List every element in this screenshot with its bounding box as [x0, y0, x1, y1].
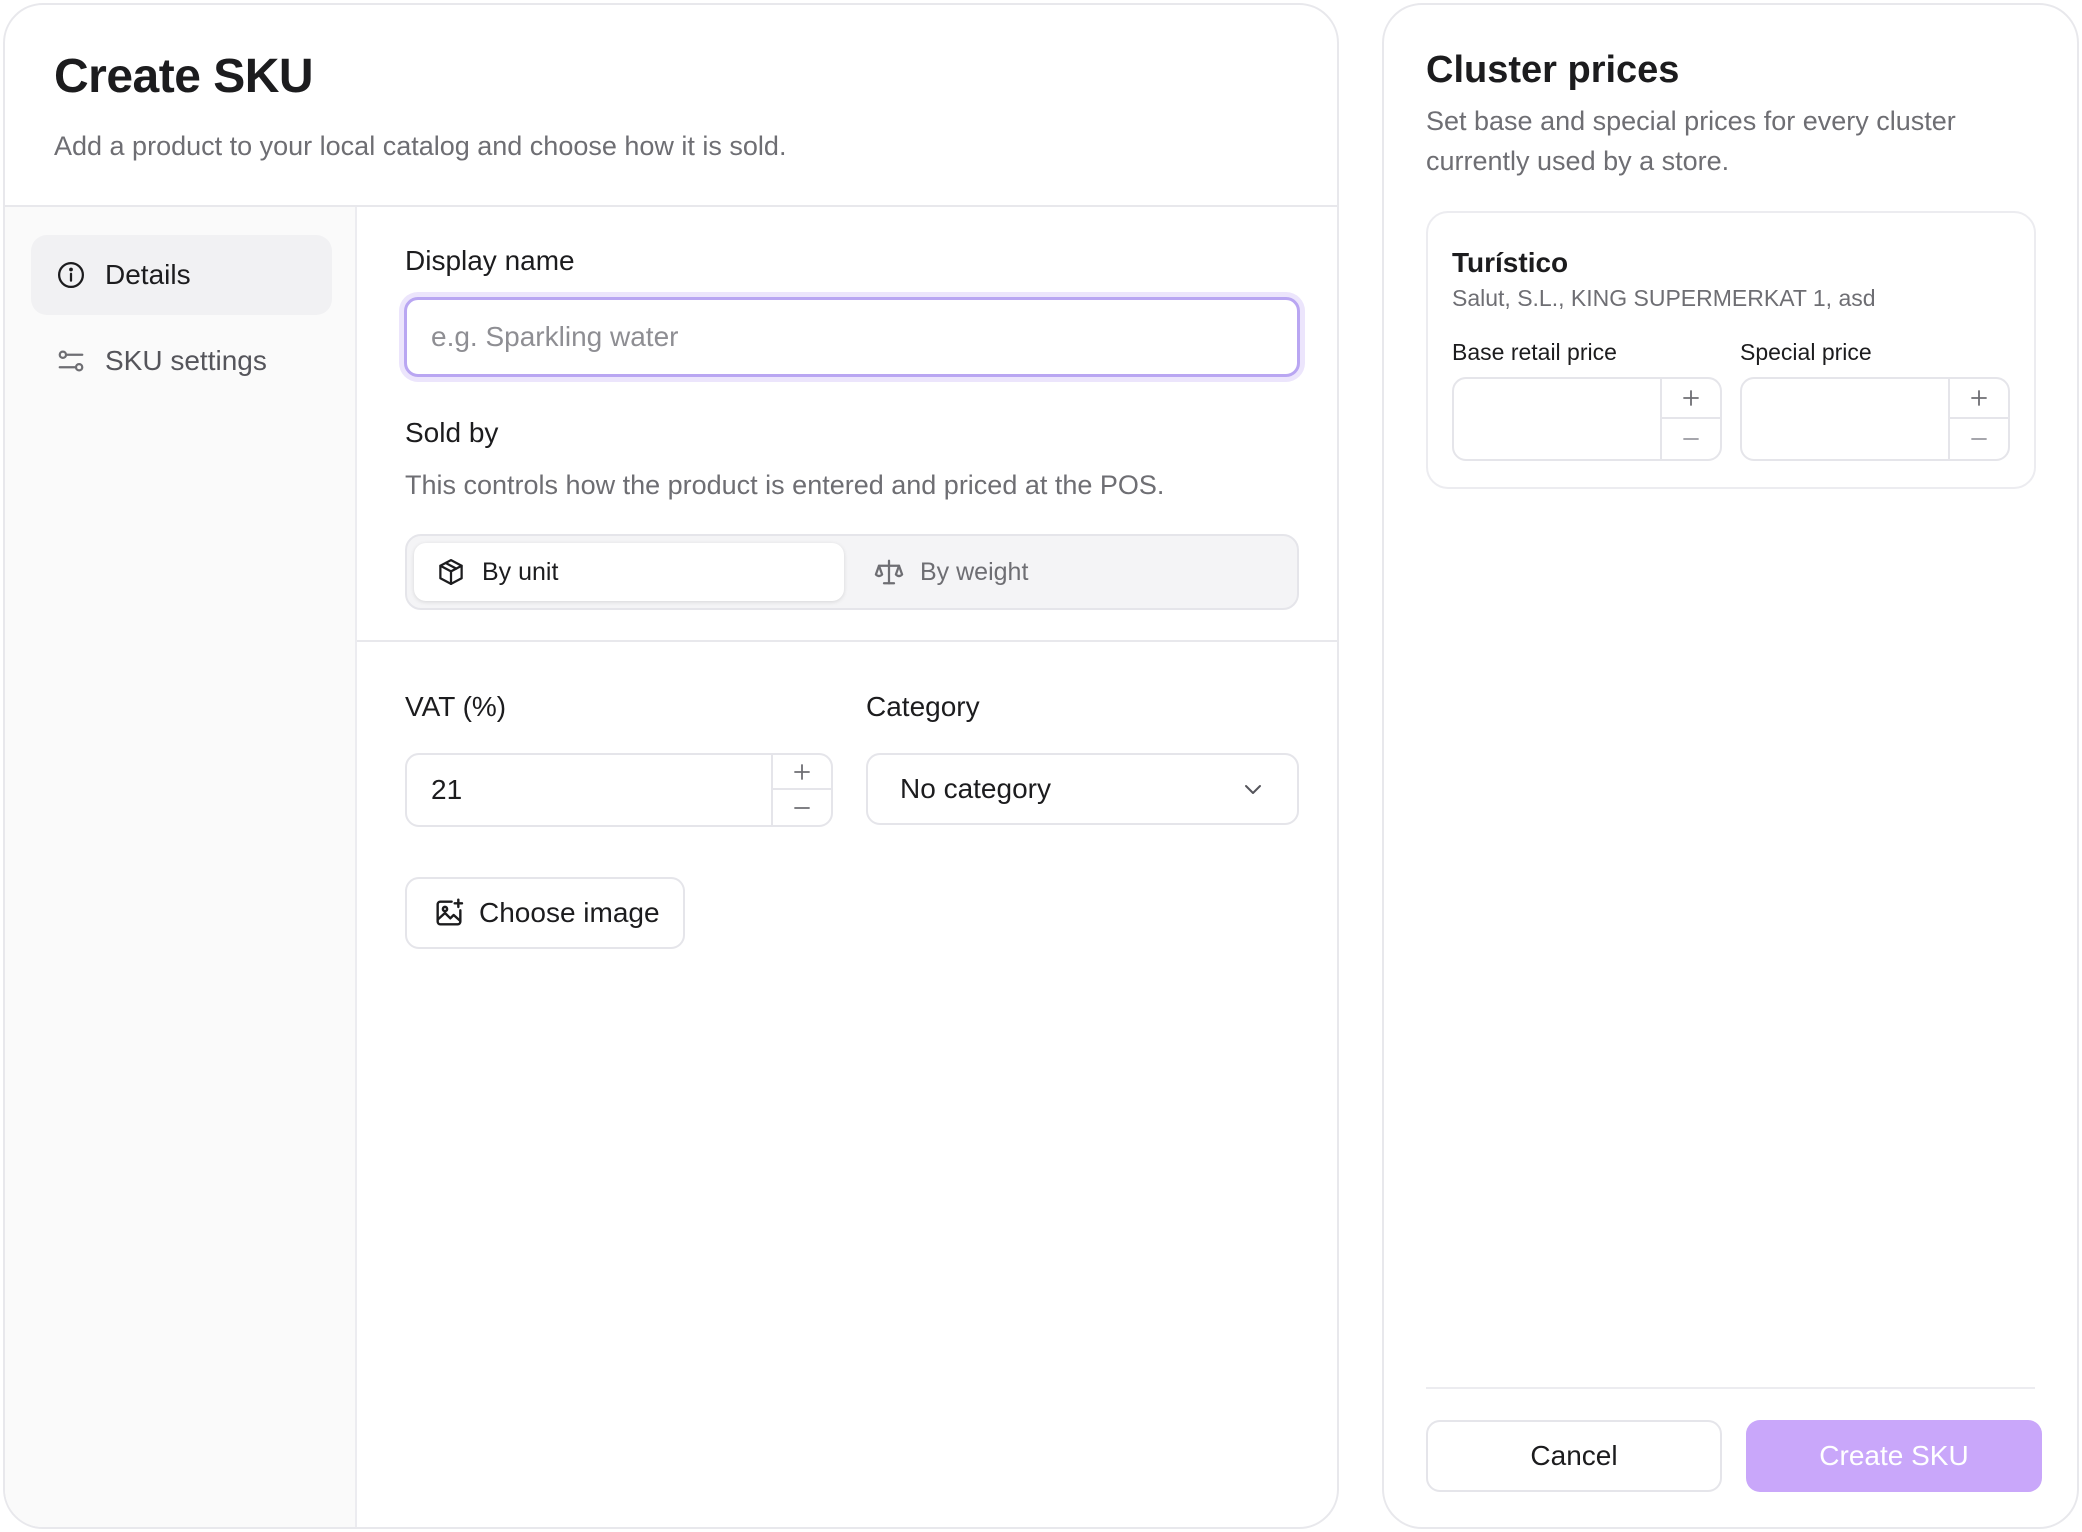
special-price-decrement-button[interactable]: [1950, 419, 2008, 459]
sold-by-segmented-control: By unit By weight: [405, 534, 1299, 610]
sold-by-option-unit[interactable]: By unit: [414, 543, 844, 601]
sold-by-helper-text: This controls how the product is entered…: [405, 470, 1165, 500]
nav-item-label: Details: [105, 259, 191, 290]
base-price-increment-button[interactable]: [1662, 379, 1720, 419]
page-title: Create SKU: [54, 50, 314, 103]
info-circle-icon: [55, 259, 87, 291]
sold-by-option-label: By weight: [920, 557, 1029, 586]
form-section-nav: Details SKU settings: [5, 207, 357, 1527]
section-divider: [357, 640, 1337, 642]
vat-label: VAT (%): [405, 691, 507, 722]
display-name-field-wrapper: [404, 297, 1300, 377]
image-plus-icon: [433, 897, 465, 929]
sold-by-label: Sold by: [405, 417, 499, 448]
base-price-decrement-button[interactable]: [1662, 419, 1720, 459]
choose-image-button[interactable]: Choose image: [405, 877, 685, 949]
cancel-button[interactable]: Cancel: [1426, 1420, 1722, 1492]
display-name-label: Display name: [405, 245, 575, 276]
cluster-prices-panel: Cluster prices Set base and special pric…: [1382, 3, 2079, 1529]
vat-stepper[interactable]: 21: [405, 753, 833, 827]
plus-icon: [1971, 390, 1987, 406]
scale-icon: [874, 557, 904, 587]
details-section: Display name Sold by This controls how t…: [357, 207, 1337, 1527]
special-price-stepper-buttons: [1948, 379, 2008, 459]
minus-icon: [1683, 438, 1699, 440]
nav-item-label: SKU settings: [105, 345, 267, 376]
nav-item-details[interactable]: Details: [31, 235, 332, 315]
plus-icon: [1683, 390, 1699, 406]
special-price-stepper[interactable]: [1740, 377, 2010, 461]
special-price-label: Special price: [1740, 339, 1872, 365]
category-select[interactable]: No category: [866, 753, 1299, 825]
category-selected-value: No category: [900, 773, 1051, 804]
vat-increment-button[interactable]: [773, 755, 831, 790]
cluster-prices-subtitle: Set base and special prices for every cl…: [1426, 106, 1956, 176]
minus-icon: [1971, 438, 1987, 440]
cluster-name: Turístico: [1452, 247, 1569, 278]
nav-item-sku-settings[interactable]: SKU settings: [31, 321, 332, 401]
create-sku-form-panel: Create SKU Add a product to your local c…: [3, 3, 1339, 1529]
footer-divider: [1426, 1387, 2035, 1389]
base-price-stepper-buttons: [1660, 379, 1720, 459]
plus-icon: [794, 763, 810, 780]
minus-icon: [794, 806, 810, 809]
vat-decrement-button[interactable]: [773, 790, 831, 825]
choose-image-label: Choose image: [479, 897, 660, 928]
cluster-card: Turístico Salut, S.L., KING SUPERMERKAT …: [1426, 211, 2036, 489]
vat-stepper-buttons: [771, 755, 831, 825]
form-header: Create SKU Add a product to your local c…: [5, 5, 1337, 207]
category-label: Category: [866, 691, 980, 722]
sliders-icon: [55, 345, 87, 377]
cluster-stores: Salut, S.L., KING SUPERMERKAT 1, asd: [1452, 285, 1876, 311]
page-subtitle: Add a product to your local catalog and …: [54, 131, 787, 161]
base-price-label: Base retail price: [1452, 339, 1617, 365]
create-sku-button[interactable]: Create SKU: [1746, 1420, 2042, 1492]
chevron-down-icon: [1241, 777, 1265, 801]
special-price-increment-button[interactable]: [1950, 379, 2008, 419]
display-name-input[interactable]: [407, 300, 1297, 374]
box-icon: [436, 557, 466, 587]
vat-value: 21: [431, 774, 463, 805]
base-price-stepper[interactable]: [1452, 377, 1722, 461]
sold-by-option-weight[interactable]: By weight: [852, 543, 1282, 601]
sold-by-option-label: By unit: [482, 557, 559, 586]
cluster-prices-title: Cluster prices: [1426, 49, 1680, 91]
